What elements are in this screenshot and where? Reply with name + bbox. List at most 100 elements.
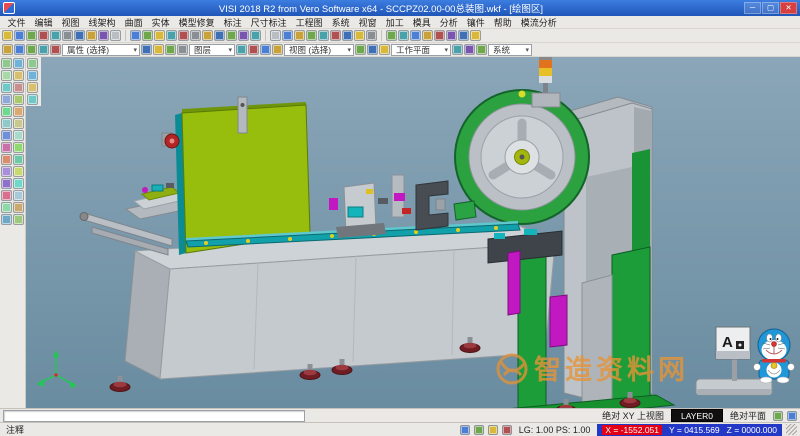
toolbar-icon[interactable] bbox=[250, 30, 261, 41]
layer-badge[interactable]: LAYER0 bbox=[671, 409, 723, 422]
menu-item[interactable]: 实体 bbox=[147, 16, 174, 29]
toolbar-icon[interactable] bbox=[1, 190, 12, 201]
toolbar-icon[interactable] bbox=[13, 142, 24, 153]
toolbar-icon[interactable] bbox=[306, 30, 317, 41]
maximize-button[interactable]: ▢ bbox=[762, 2, 779, 14]
toolbar-icon[interactable] bbox=[98, 30, 109, 41]
menu-item[interactable]: 模具 bbox=[408, 16, 435, 29]
toolbar-icon[interactable] bbox=[367, 44, 378, 55]
attribute-selector-combo[interactable]: 属性 (选择)▾ bbox=[62, 44, 140, 56]
toolbar-icon[interactable] bbox=[26, 44, 37, 55]
status-icon[interactable] bbox=[488, 425, 498, 435]
toolbar-icon[interactable] bbox=[470, 30, 481, 41]
toolbar-icon[interactable] bbox=[13, 190, 24, 201]
toolbar-icon[interactable] bbox=[434, 30, 445, 41]
toolbar-icon[interactable] bbox=[110, 30, 121, 41]
toolbar-icon[interactable] bbox=[214, 30, 225, 41]
menu-item[interactable]: 视图 bbox=[57, 16, 84, 29]
toolbar-icon[interactable] bbox=[202, 30, 213, 41]
toolbar-icon[interactable] bbox=[165, 44, 176, 55]
toolbar-icon[interactable] bbox=[74, 30, 85, 41]
toolbar-icon[interactable] bbox=[50, 44, 61, 55]
toolbar-icon[interactable] bbox=[1, 58, 12, 69]
toolbar-icon[interactable] bbox=[248, 44, 259, 55]
toolbar-icon[interactable] bbox=[1, 82, 12, 93]
status-icon[interactable] bbox=[502, 425, 512, 435]
toolbar-icon[interactable] bbox=[294, 30, 305, 41]
toolbar-icon[interactable] bbox=[26, 30, 37, 41]
toolbar-icon[interactable] bbox=[27, 70, 38, 81]
toolbar-icon[interactable] bbox=[1, 214, 12, 225]
toolbar-icon[interactable] bbox=[13, 166, 24, 177]
menu-item[interactable]: 镶件 bbox=[462, 16, 489, 29]
menu-item[interactable]: 曲面 bbox=[120, 16, 147, 29]
toolbar-icon[interactable] bbox=[226, 30, 237, 41]
toolbar-icon[interactable] bbox=[13, 82, 24, 93]
toolbar-icon[interactable] bbox=[13, 118, 24, 129]
toolbar-icon[interactable] bbox=[13, 202, 24, 213]
toolbar-icon[interactable] bbox=[141, 44, 152, 55]
toolbar-icon[interactable] bbox=[260, 44, 271, 55]
toolbar-icon[interactable] bbox=[318, 30, 329, 41]
toolbar-icon[interactable] bbox=[13, 58, 24, 69]
toolbar-icon[interactable] bbox=[14, 30, 25, 41]
menu-item[interactable]: 标注 bbox=[219, 16, 246, 29]
toolbar-icon[interactable] bbox=[13, 154, 24, 165]
toolbar-icon[interactable] bbox=[446, 30, 457, 41]
toolbar-icon[interactable] bbox=[27, 58, 38, 69]
status-icon[interactable] bbox=[474, 425, 484, 435]
menu-item[interactable]: 模流分析 bbox=[516, 16, 561, 29]
toolbar-icon[interactable] bbox=[1, 118, 12, 129]
menu-item[interactable]: 尺寸标注 bbox=[246, 16, 291, 29]
layer-combo[interactable]: 图层▾ bbox=[189, 44, 235, 56]
status-icon[interactable] bbox=[773, 411, 783, 421]
toolbar-icon[interactable] bbox=[355, 44, 366, 55]
view-selector-combo[interactable]: 视图 (选择)▾ bbox=[284, 44, 354, 56]
toolbar-icon[interactable] bbox=[379, 44, 390, 55]
toolbar-icon[interactable] bbox=[142, 30, 153, 41]
toolbar-icon[interactable] bbox=[130, 30, 141, 41]
toolbar-icon[interactable] bbox=[410, 30, 421, 41]
toolbar-icon[interactable] bbox=[154, 30, 165, 41]
toolbar-icon[interactable] bbox=[1, 154, 12, 165]
menu-item[interactable]: 分析 bbox=[435, 16, 462, 29]
toolbar-icon[interactable] bbox=[464, 44, 475, 55]
toolbar-icon[interactable] bbox=[13, 70, 24, 81]
toolbar-icon[interactable] bbox=[62, 30, 73, 41]
toolbar-icon[interactable] bbox=[1, 70, 12, 81]
toolbar-icon[interactable] bbox=[38, 44, 49, 55]
menu-item[interactable]: 加工 bbox=[381, 16, 408, 29]
toolbar-icon[interactable] bbox=[13, 130, 24, 141]
toolbar-icon[interactable] bbox=[27, 94, 38, 105]
menu-item[interactable]: 编辑 bbox=[30, 16, 57, 29]
toolbar-icon[interactable] bbox=[50, 30, 61, 41]
toolbar-icon[interactable] bbox=[452, 44, 463, 55]
menu-item[interactable]: 模型修复 bbox=[174, 16, 219, 29]
toolbar-icon[interactable] bbox=[1, 94, 12, 105]
toolbar-icon[interactable] bbox=[1, 142, 12, 153]
menu-item[interactable]: 线架构 bbox=[84, 16, 120, 29]
toolbar-icon[interactable] bbox=[398, 30, 409, 41]
toolbar-icon[interactable] bbox=[27, 82, 38, 93]
resize-grip-icon[interactable] bbox=[786, 424, 797, 435]
toolbar-icon[interactable] bbox=[476, 44, 487, 55]
toolbar-icon[interactable] bbox=[38, 30, 49, 41]
menu-item[interactable]: 文件 bbox=[3, 16, 30, 29]
toolbar-icon[interactable] bbox=[1, 202, 12, 213]
toolbar-icon[interactable] bbox=[354, 30, 365, 41]
status-icon[interactable] bbox=[460, 425, 470, 435]
toolbar-icon[interactable] bbox=[422, 30, 433, 41]
command-input[interactable] bbox=[3, 410, 305, 422]
toolbar-icon[interactable] bbox=[13, 106, 24, 117]
toolbar-icon[interactable] bbox=[1, 106, 12, 117]
toolbar-icon[interactable] bbox=[2, 30, 13, 41]
toolbar-icon[interactable] bbox=[272, 44, 283, 55]
toolbar-icon[interactable] bbox=[342, 30, 353, 41]
toolbar-icon[interactable] bbox=[282, 30, 293, 41]
toolbar-icon[interactable] bbox=[14, 44, 25, 55]
toolbar-icon[interactable] bbox=[1, 130, 12, 141]
system-combo[interactable]: 系统▾ bbox=[488, 44, 532, 56]
toolbar-icon[interactable] bbox=[1, 178, 12, 189]
toolbar-icon[interactable] bbox=[166, 30, 177, 41]
toolbar-icon[interactable] bbox=[366, 30, 377, 41]
